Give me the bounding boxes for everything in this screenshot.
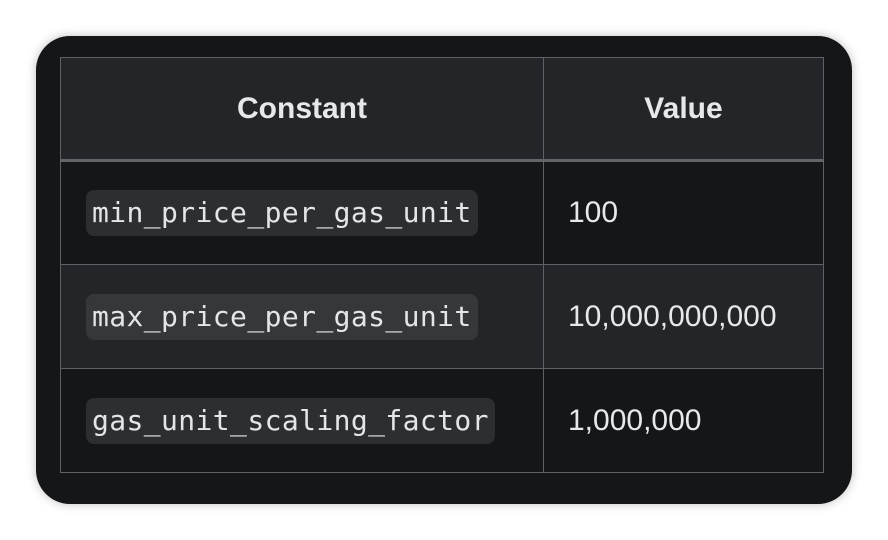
constant-name-code: gas_unit_scaling_factor [86, 397, 495, 444]
value-cell: 100 [543, 160, 824, 265]
table-body: min_price_per_gas_unit 100 max_price_per… [60, 160, 824, 473]
constant-cell: min_price_per_gas_unit [60, 160, 544, 265]
table-header: Constant Value [60, 57, 824, 162]
header-value: Value [543, 57, 824, 162]
constant-name-code: max_price_per_gas_unit [86, 293, 478, 340]
constants-table: Constant Value min_price_per_gas_unit 10… [60, 57, 824, 473]
table-row: gas_unit_scaling_factor 1,000,000 [60, 368, 824, 473]
constant-cell: max_price_per_gas_unit [60, 264, 544, 369]
header-row: Constant Value [60, 57, 824, 162]
value-cell: 1,000,000 [543, 368, 824, 473]
header-constant: Constant [60, 57, 544, 162]
table-row: max_price_per_gas_unit 10,000,000,000 [60, 264, 824, 369]
constant-name-code: min_price_per_gas_unit [86, 190, 478, 236]
table-row: min_price_per_gas_unit 100 [60, 160, 824, 265]
value-cell: 10,000,000,000 [543, 264, 824, 369]
constant-cell: gas_unit_scaling_factor [60, 368, 544, 473]
table-card: Constant Value min_price_per_gas_unit 10… [36, 36, 852, 504]
